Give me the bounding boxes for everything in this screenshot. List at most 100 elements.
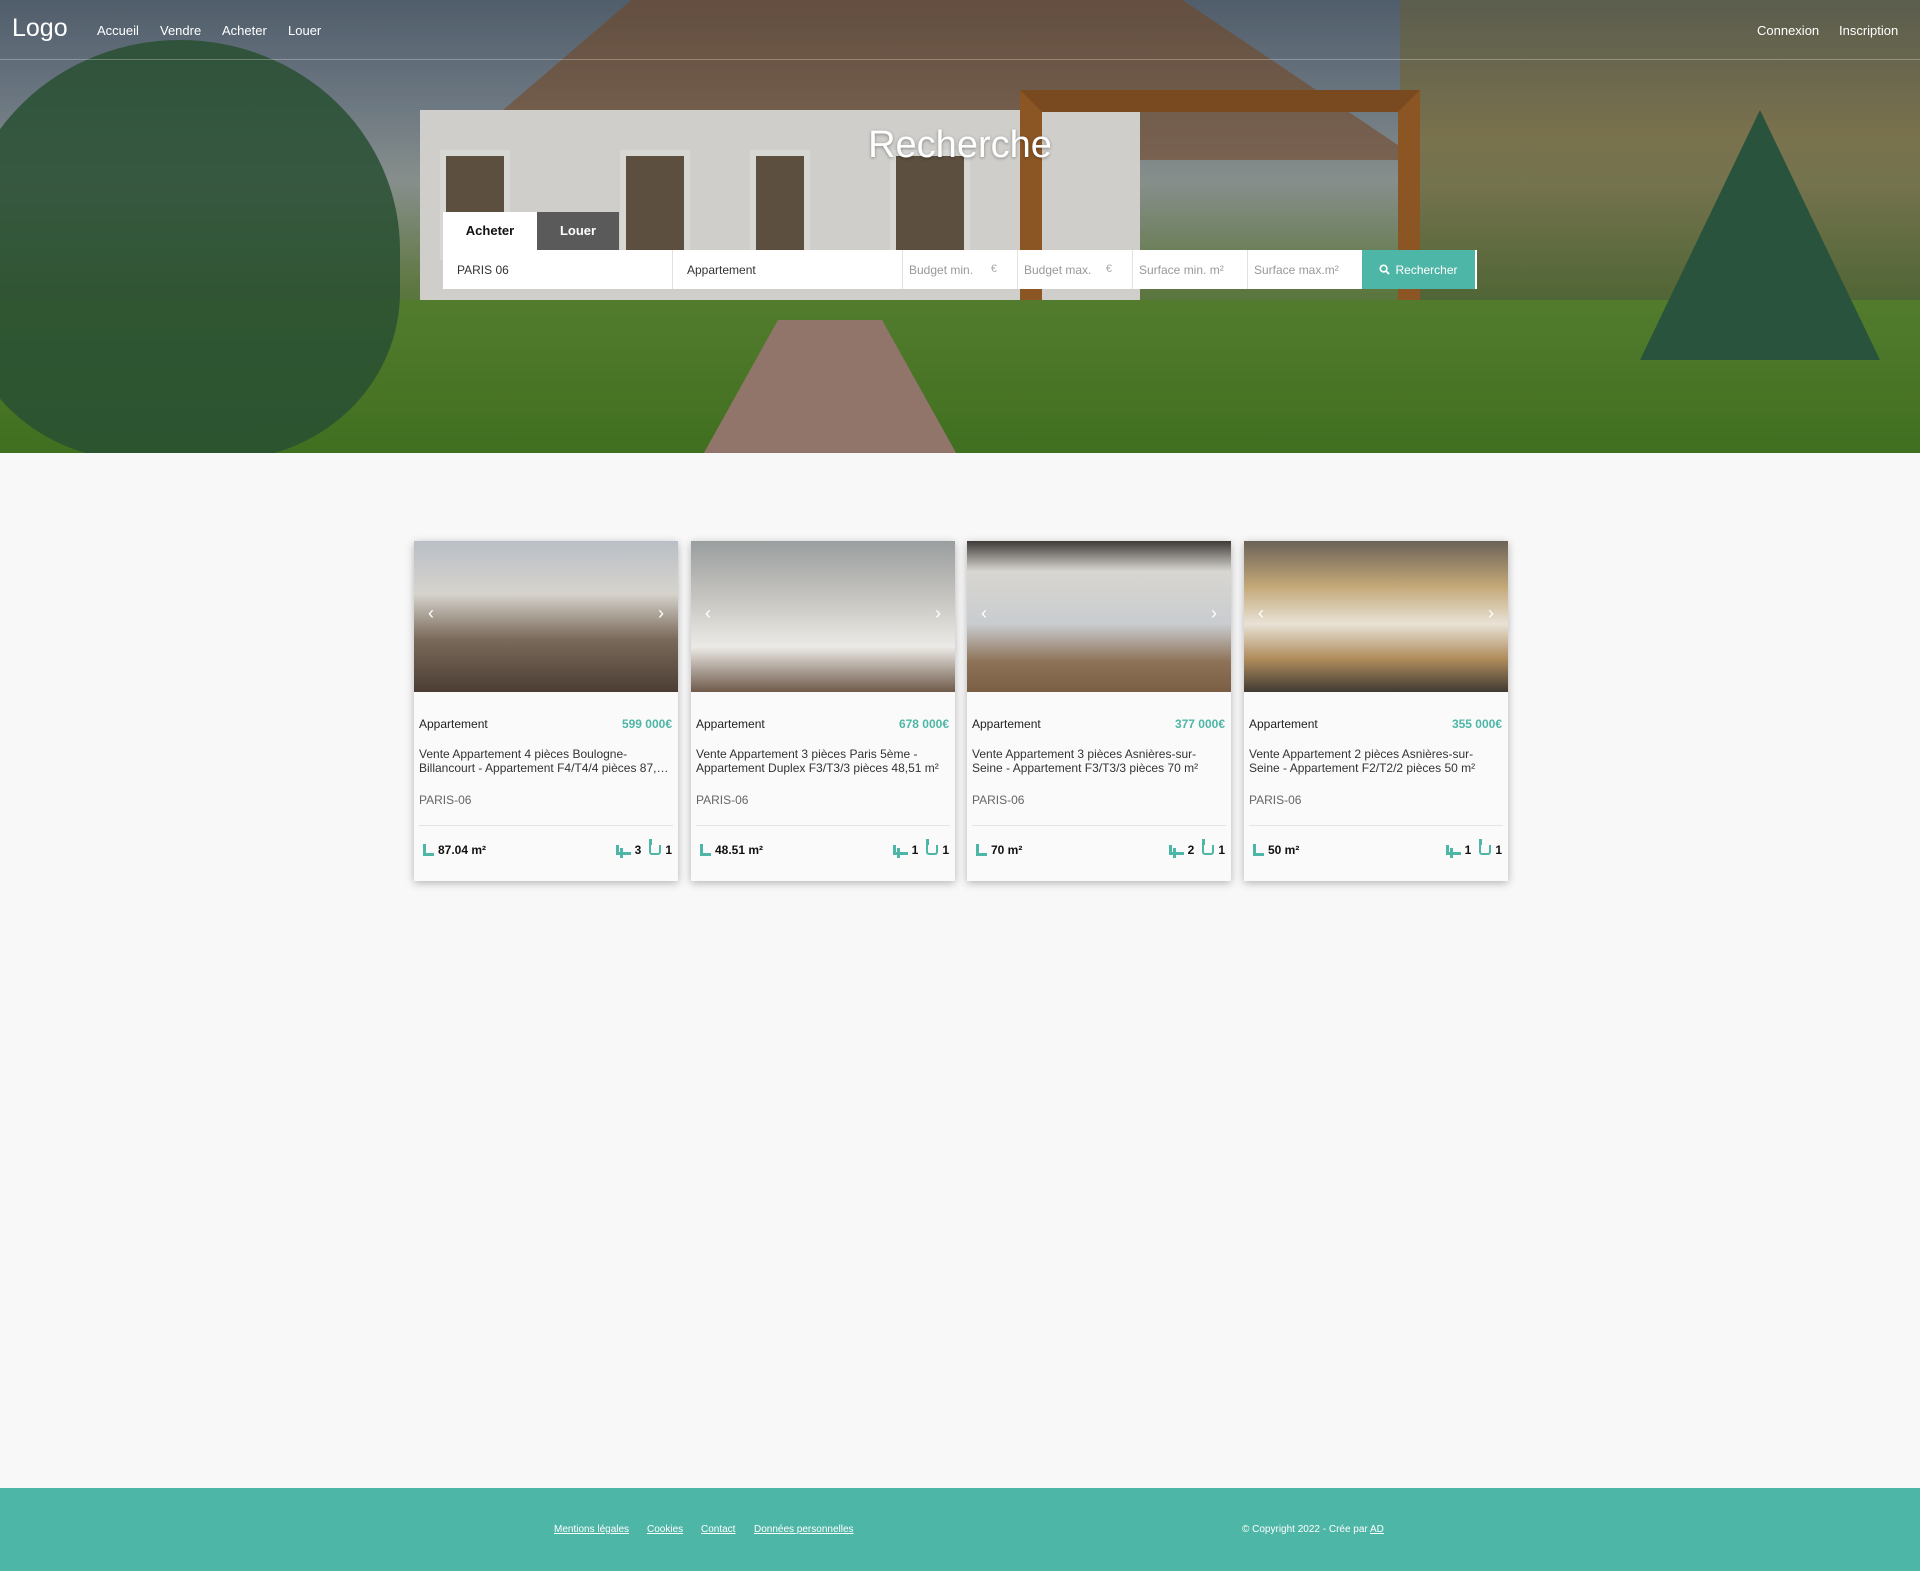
area-value: 48.51 m² <box>715 843 764 857</box>
footer: Mentions légales Cookies Contact Données… <box>0 1488 1920 1571</box>
carousel-prev-icon[interactable]: ‹ <box>428 603 434 624</box>
listing-rooms: 1 1 <box>1445 839 1502 857</box>
location-input[interactable]: PARIS 06 <box>443 250 673 289</box>
bed-icon <box>892 845 908 855</box>
listing-location: PARIS-06 <box>1249 793 1302 807</box>
ruler-icon <box>700 844 711 856</box>
listing-card[interactable]: ‹ › Appartement 678 000€ Vente Apparteme… <box>691 541 955 881</box>
search-bar: PARIS 06 Appartement Budget min. € Budget… <box>443 250 1477 289</box>
listing-photo[interactable] <box>1244 541 1508 692</box>
listing-area: 70 m² <box>976 843 1022 857</box>
carousel-next-icon[interactable]: › <box>658 603 664 624</box>
listing-card[interactable]: ‹ › Appartement 599 000€ Vente Apparteme… <box>414 541 678 881</box>
budget-min-placeholder: Budget min. <box>909 262 974 277</box>
hero-banner: Logo Accueil Vendre Acheter Louer Connex… <box>0 0 1920 453</box>
author-link[interactable]: AD <box>1370 1524 1384 1535</box>
bedrooms-value: 1 <box>911 843 919 857</box>
listing-photo[interactable] <box>414 541 678 692</box>
bed-icon <box>615 845 631 855</box>
footer-link-contact[interactable]: Contact <box>701 1524 735 1535</box>
nav-louer[interactable]: Louer <box>288 23 321 38</box>
card-divider <box>419 825 673 826</box>
listing-title[interactable]: Vente Appartement 3 pièces Asnières-sur-… <box>972 747 1224 775</box>
search-button-label: Rechercher <box>1395 262 1458 277</box>
tab-acheter[interactable]: Acheter <box>443 212 537 250</box>
listing-price: 377 000€ <box>1174 717 1225 731</box>
page-title: Recherche <box>868 124 1052 166</box>
logo[interactable]: Logo <box>12 14 68 43</box>
carousel-next-icon[interactable]: › <box>1488 603 1494 624</box>
search-icon <box>1379 264 1391 275</box>
bedrooms-value: 3 <box>634 843 642 857</box>
nav-connexion[interactable]: Connexion <box>1757 23 1819 38</box>
bathrooms-value: 1 <box>665 843 672 857</box>
currency-unit: € <box>1105 263 1112 275</box>
area-value: 70 m² <box>991 843 1023 857</box>
surface-max-input[interactable]: Surface max. m² <box>1248 250 1363 289</box>
area-value: 50 m² <box>1268 843 1300 857</box>
card-divider <box>972 825 1226 826</box>
nav-vendre[interactable]: Vendre <box>160 23 201 38</box>
carousel-next-icon[interactable]: › <box>935 603 941 624</box>
listing-type: Appartement <box>419 717 488 731</box>
tab-louer[interactable]: Louer <box>537 212 619 250</box>
listing-rooms: 1 1 <box>892 839 949 857</box>
card-divider <box>1249 825 1503 826</box>
carousel-prev-icon[interactable]: ‹ <box>981 603 987 624</box>
nav-acheter[interactable]: Acheter <box>222 23 267 38</box>
property-type-select[interactable]: Appartement <box>673 250 903 289</box>
budget-min-input[interactable]: Budget min. € <box>903 250 1018 289</box>
carousel-prev-icon[interactable]: ‹ <box>705 603 711 624</box>
listing-area: 87.04 m² <box>423 843 486 857</box>
location-value: PARIS 06 <box>457 262 509 277</box>
footer-link-cookies[interactable]: Cookies <box>647 1524 683 1535</box>
card-divider <box>696 825 950 826</box>
carousel-prev-icon[interactable]: ‹ <box>1258 603 1264 624</box>
bath-icon <box>1202 839 1215 855</box>
bathrooms-value: 1 <box>1218 843 1225 857</box>
bathrooms-value: 1 <box>1495 843 1502 857</box>
listing-price: 599 000€ <box>621 717 672 731</box>
footer-link-mentions[interactable]: Mentions légales <box>554 1524 629 1535</box>
listing-area: 50 m² <box>1253 843 1299 857</box>
surface-max-placeholder: Surface max. <box>1254 262 1325 277</box>
listing-type: Appartement <box>696 717 765 731</box>
footer-link-donnees[interactable]: Données personnelles <box>754 1524 854 1535</box>
surface-min-placeholder: Surface min. <box>1139 262 1207 277</box>
ruler-icon <box>976 844 987 856</box>
listing-type: Appartement <box>972 717 1041 731</box>
bath-icon <box>926 839 939 855</box>
surface-unit: m² <box>1324 262 1339 277</box>
listing-card[interactable]: ‹ › Appartement 377 000€ Vente Apparteme… <box>967 541 1231 881</box>
listing-area: 48.51 m² <box>700 843 763 857</box>
bedrooms-value: 1 <box>1464 843 1472 857</box>
carousel-next-icon[interactable]: › <box>1211 603 1217 624</box>
property-type-value: Appartement <box>687 262 756 277</box>
listing-photo[interactable] <box>691 541 955 692</box>
bedrooms-value: 2 <box>1187 843 1195 857</box>
ruler-icon <box>423 844 434 856</box>
search-button[interactable]: Rechercher <box>1362 250 1475 289</box>
budget-max-input[interactable]: Budget max. € <box>1018 250 1133 289</box>
surface-unit: m² <box>1209 262 1224 277</box>
listing-title[interactable]: Vente Appartement 2 pièces Asnières-sur-… <box>1249 747 1501 775</box>
listing-price: 355 000€ <box>1451 717 1502 731</box>
bed-icon <box>1445 845 1461 855</box>
listing-location: PARIS-06 <box>696 793 749 807</box>
listing-title[interactable]: Vente Appartement 3 pièces Paris 5ème - … <box>696 747 948 775</box>
listing-price: 678 000€ <box>898 717 949 731</box>
listing-location: PARIS-06 <box>419 793 472 807</box>
currency-unit: € <box>990 263 997 275</box>
bed-icon <box>1168 845 1184 855</box>
listing-card[interactable]: ‹ › Appartement 355 000€ Vente Apparteme… <box>1244 541 1508 881</box>
listing-title[interactable]: Vente Appartement 4 pièces Boulogne-Bill… <box>419 747 671 775</box>
listing-rooms: 2 1 <box>1168 839 1225 857</box>
listing-photo[interactable] <box>967 541 1231 692</box>
area-value: 87.04 m² <box>438 843 487 857</box>
listing-type: Appartement <box>1249 717 1318 731</box>
surface-min-input[interactable]: Surface min. m² <box>1133 250 1248 289</box>
ruler-icon <box>1253 844 1264 856</box>
copyright-text: © Copyright 2022 - Crée par <box>1242 1524 1368 1535</box>
nav-accueil[interactable]: Accueil <box>97 23 139 38</box>
nav-inscription[interactable]: Inscription <box>1839 23 1898 38</box>
